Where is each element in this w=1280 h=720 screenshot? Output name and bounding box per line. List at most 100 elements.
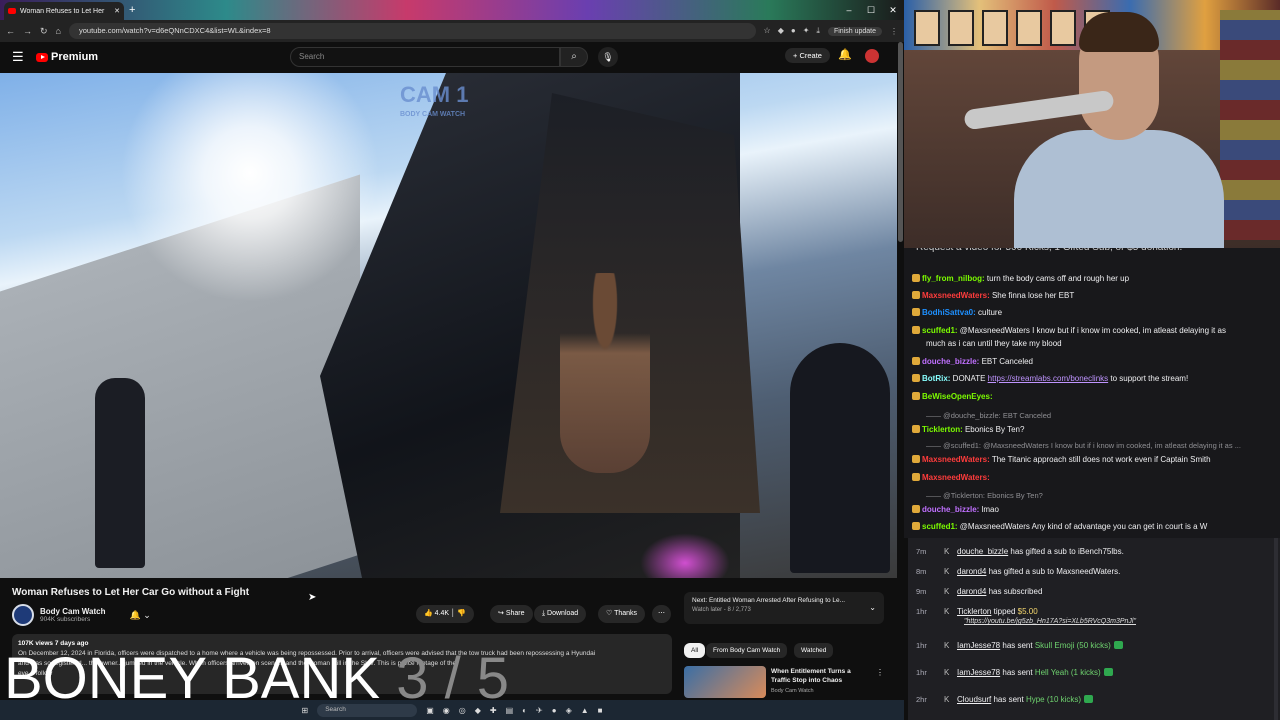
app-icon[interactable]: ✈ [536,706,543,715]
chat-reply-context: —— @Ticklerton: Ebonics By Ten? [926,490,1043,501]
up-next-panel[interactable]: Next: Entitled Woman Arrested After Refu… [684,592,884,624]
event-username[interactable]: IamJesse78 [957,668,1000,677]
chat-badge-icon [912,425,920,433]
more-icon[interactable]: ⋮ [876,668,884,677]
chat-username[interactable]: MaxsneedWaters: [922,473,990,482]
bookmark-star-icon[interactable]: ☆ [764,26,771,36]
events-scrollbar[interactable] [1274,538,1278,720]
like-button[interactable]: 👍 4.4K │ 👎 [416,605,475,623]
event-username[interactable]: douche_bizzle [957,547,1008,556]
chat-message: BeWiseOpenEyes: [912,391,993,402]
chat-message: MaxsneedWaters: The Titanic approach sti… [912,454,1211,465]
chat-username[interactable]: BeWiseOpenEyes: [922,392,993,401]
download-button[interactable]: ⤓ Download [534,605,587,623]
microphone-icon[interactable]: 🎙 [598,47,618,67]
gift-icon [1084,695,1094,703]
event-gift: Skull Emoji (50 kicks) [1034,641,1111,650]
kick-icon: K [944,695,950,704]
chat-username[interactable]: scuffed1: [922,326,958,335]
url-field[interactable]: youtube.com/watch?v=d6eQNnCDXC4&list=WL&… [68,23,756,39]
recommended-video[interactable]: When Entitlement Turns a Traffic Stop in… [684,664,884,700]
chat-username[interactable]: douche_bizzle: [922,357,979,366]
recommended-thumbnail[interactable] [684,666,766,698]
maximize-icon[interactable]: ☐ [860,0,882,20]
chat-pinned-banner: Request a video for 500 Kicks, 1 Gifted … [904,248,1280,258]
chip-all[interactable]: All [684,643,706,658]
subscribed-bell-icon[interactable]: 🔔 ⌄ [130,610,151,621]
download-icon[interactable]: ⤓ [816,26,820,36]
event-text: has gifted a sub to [1008,547,1078,556]
event-username[interactable]: IamJesse78 [957,641,1000,650]
chat-badge-icon [912,392,920,400]
video-officer-left [95,378,145,568]
video-player[interactable]: CAM 1 BODY CAM WATCH [0,73,897,578]
event-body: darond4 has gifted a sub to MaxsneedWate… [957,567,1120,576]
finish-update-button[interactable]: Finish update [827,26,882,36]
app-icon[interactable]: ◐ [522,706,527,715]
channel-avatar[interactable] [12,604,34,626]
minimize-icon[interactable]: – [838,0,860,20]
recommended-title[interactable]: When Entitlement Turns a Traffic Stop in… [771,667,871,685]
tab-active[interactable]: Woman Refuses to Let Her ✕ [4,2,124,20]
extension-icon[interactable]: ● [791,26,796,36]
event-body: IamJesse78 has sent Skull Emoji (50 kick… [957,641,1123,650]
chat-username[interactable]: douche_bizzle: [922,505,979,514]
menu-icon[interactable]: ☰ [12,49,30,65]
chat-text: turn the body cams off and rough her up [984,274,1130,283]
puzzle-icon[interactable]: ✦ [803,26,810,36]
kick-icon: K [944,567,950,576]
channel-row: Body Cam Watch 904K subscribers 🔔 ⌄ [12,604,151,626]
chip-from-channel[interactable]: From Body Cam Watch [706,643,788,658]
more-actions-icon[interactable]: ⋯ [652,605,671,623]
app-icon[interactable]: ■ [598,706,603,715]
close-tab-icon[interactable]: ✕ [114,7,120,15]
extension-icon[interactable]: ◆ [778,26,784,36]
event-username[interactable]: darond4 [957,567,986,576]
app-icon[interactable]: ▲ [581,706,589,715]
page-scrollbar[interactable] [898,42,903,242]
app-icon[interactable]: ◈ [566,706,572,715]
chat-message: fly_from_nilbog: turn the body cams off … [912,273,1129,284]
event-link[interactable]: "https://youtu.be/jg5zb_Hn17A?si=XLb5RVc… [964,618,1136,625]
search-input[interactable]: Search [290,47,560,67]
chat-badge-icon [912,473,920,481]
cam-watermark: CAM 1 BODY CAM WATCH [400,84,468,125]
youtube-logo[interactable]: Premium [36,51,98,63]
chat-text: @MaxsneedWaters Any kind of advantage yo… [957,522,1208,531]
event-time: 9m [916,587,927,596]
chat-username[interactable]: scuffed1: [922,522,958,531]
new-tab-icon[interactable]: + [129,4,135,16]
reload-icon[interactable]: ↻ [40,26,48,37]
share-button[interactable]: ↪ Share [490,605,533,623]
close-window-icon[interactable]: ✕ [882,0,904,20]
chat-username[interactable]: Ticklerton: [922,425,963,434]
event-username[interactable]: Cloudsurf [957,695,991,704]
chat-link[interactable]: https://streamlabs.com/boneclinks [988,374,1109,383]
back-icon[interactable]: ← [6,26,15,36]
chat-username[interactable]: BodhiSattva0: [922,308,976,317]
youtube-header: ☰ Premium Search ⌕ 🎙 + Create 🔔 [0,42,904,72]
chip-watched[interactable]: Watched [794,643,834,658]
notifications-bell-icon[interactable]: 🔔 [838,48,852,61]
chat-username[interactable]: MaxsneedWaters: [922,291,990,300]
event-username[interactable]: darond4 [957,587,986,596]
event-text: tipped [991,607,1018,616]
home-icon[interactable]: ⌂ [56,26,61,36]
chat-text: @MaxsneedWaters I know but if i know im … [957,326,1226,335]
chat-username[interactable]: MaxsneedWaters: [922,455,990,464]
account-avatar[interactable] [865,49,879,63]
search-icon[interactable]: ⌕ [560,47,588,67]
channel-name[interactable]: Body Cam Watch [40,607,106,616]
event-time: 2hr [916,695,927,704]
mouse-cursor-icon: ➤ [308,592,317,603]
spotify-icon[interactable]: ● [552,706,557,715]
thanks-button[interactable]: ♡ Thanks [598,605,646,623]
chevron-down-icon[interactable]: ⌄ [869,603,876,612]
forward-icon[interactable]: → [23,26,32,36]
menu-dots-icon[interactable]: ⋮ [890,27,898,36]
event-username[interactable]: Ticklerton [957,607,991,616]
chat-username[interactable]: BotRix: [922,374,950,383]
chat-username[interactable]: fly_from_nilbog: [922,274,985,283]
video-lens-flare [640,533,730,578]
create-button[interactable]: + Create [785,48,830,63]
